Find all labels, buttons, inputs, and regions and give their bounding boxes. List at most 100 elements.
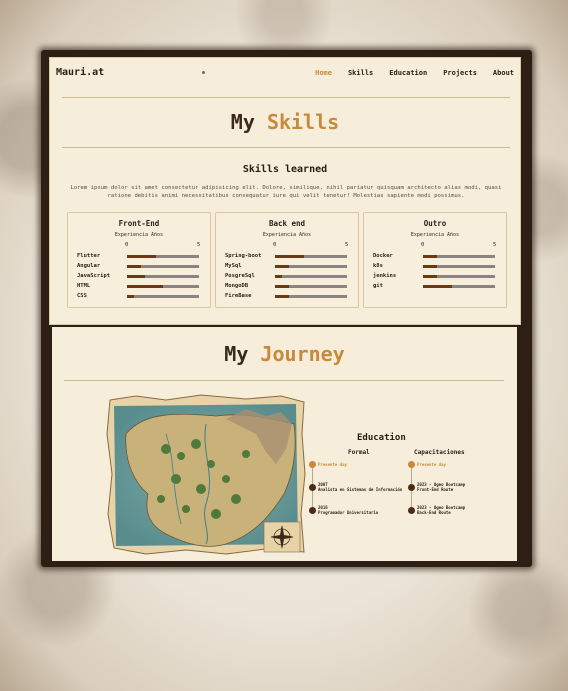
skill-name: CSS	[77, 293, 87, 299]
title-accent: Skills	[266, 110, 340, 134]
skill-level-fill	[275, 265, 290, 268]
skill-level-fill	[423, 285, 452, 288]
skill-card-frontend: Front-End Experiencia Años 0 5 Flutter An…	[67, 212, 211, 308]
skill-level-fill	[275, 295, 290, 298]
skill-name: k8s	[373, 263, 383, 269]
skill-row: HTML	[77, 282, 203, 292]
scale-max: 5	[345, 242, 349, 248]
skill-name: HTML	[77, 283, 91, 289]
skill-row: Angular	[77, 262, 203, 272]
capacitacion-item: Presente day	[417, 462, 446, 467]
skill-name: PosgreSql	[225, 273, 255, 279]
timeline-dot	[408, 484, 415, 491]
skill-level-bar	[275, 295, 347, 298]
skill-name: Docker	[373, 253, 393, 259]
skill-level-fill	[127, 255, 156, 258]
card-caption: Experiencia Años	[114, 232, 164, 238]
skill-level-bar	[275, 265, 347, 268]
scale-max: 5	[493, 242, 497, 248]
title-accent: Journey	[260, 342, 345, 366]
skill-name: MongoDB	[225, 283, 249, 289]
skill-level-bar	[423, 285, 495, 288]
scale-min: 0	[421, 242, 425, 248]
nav-link-education[interactable]: Education	[389, 69, 427, 77]
timeline-dot	[408, 507, 415, 514]
capacitacion-item: 2023 - Ogeo Bootcamp Back-End Route	[417, 505, 466, 515]
brand-logo[interactable]: Mauri.at	[56, 67, 104, 78]
skill-level-fill	[275, 255, 304, 258]
skill-level-bar	[423, 255, 495, 258]
skill-name: FireBase	[225, 293, 252, 299]
skill-name: Spring-boot	[225, 253, 262, 259]
skill-name: Flutter	[77, 253, 101, 259]
skill-row: PosgreSql	[225, 272, 351, 282]
skill-level-bar	[275, 285, 347, 288]
skills-intro: Lorem ipsum dolor sit amet consectetur a…	[70, 185, 502, 199]
section-title-skills: My Skills	[50, 110, 520, 134]
skill-row: jenkins	[373, 272, 499, 282]
fantasy-map-image	[106, 394, 306, 555]
skill-level-bar	[275, 255, 347, 258]
skill-card-outro: Outro Experiencia Años 0 5 Docker k8s jenk…	[363, 212, 507, 308]
nav-link-home[interactable]: Home	[315, 69, 332, 77]
timeline-dot	[408, 461, 415, 468]
skill-level-bar	[127, 275, 199, 278]
navbar: Mauri.at Home Skills Education Projects …	[50, 58, 520, 88]
skill-row: MySql	[225, 262, 351, 272]
skill-level-fill	[127, 275, 145, 278]
card-title: Outro	[423, 219, 447, 228]
journey-page: My Journey Education Formal Capacitacion…	[52, 327, 517, 561]
skill-level-bar	[127, 295, 199, 298]
skill-row: git	[373, 282, 499, 292]
skill-level-fill	[127, 295, 135, 298]
capacitacion-item: 2023 - Ogeo Bootcamp Front-End Route	[417, 482, 466, 492]
skill-level-bar	[423, 265, 495, 268]
skill-level-bar	[275, 275, 347, 278]
nav-link-about[interactable]: About	[493, 69, 514, 77]
skill-level-bar	[423, 275, 495, 278]
education-title: Education	[357, 433, 406, 443]
timeline-dot	[309, 507, 316, 514]
skill-level-bar	[127, 255, 199, 258]
formal-heading: Formal	[348, 449, 370, 456]
skill-level-fill	[127, 265, 142, 268]
divider	[62, 147, 510, 148]
scale-max: 5	[197, 242, 201, 248]
skill-level-fill	[275, 285, 290, 288]
card-caption: Experiencia Años	[262, 232, 312, 238]
skill-name: JavaScript	[77, 273, 111, 279]
divider	[64, 380, 504, 381]
timeline-dot	[309, 484, 316, 491]
skill-level-bar	[127, 265, 199, 268]
card-title: Back end	[268, 219, 306, 228]
skill-name: jenkins	[373, 273, 397, 279]
title-prefix: My	[230, 110, 255, 134]
skill-row: Spring-boot	[225, 252, 351, 262]
skill-level-bar	[127, 285, 199, 288]
card-title: Front-End	[118, 219, 160, 228]
card-caption: Experiencia Años	[410, 232, 460, 238]
scale-min: 0	[125, 242, 129, 248]
skills-subtitle: Skills learned	[242, 164, 328, 175]
capacitaciones-heading: Capacitaciones	[414, 449, 465, 456]
skill-level-fill	[275, 275, 283, 278]
scale-min: 0	[273, 242, 277, 248]
skill-name: MySql	[225, 263, 242, 269]
divider	[62, 97, 510, 98]
timeline-dot	[309, 461, 316, 468]
nav-link-projects[interactable]: Projects	[443, 69, 477, 77]
skill-row: CSS	[77, 292, 203, 302]
skill-row: MongoDB	[225, 282, 351, 292]
nav-links: Home Skills Education Projects About	[315, 69, 514, 77]
nav-dot-icon	[202, 71, 205, 74]
skill-row: Flutter	[77, 252, 203, 262]
skill-level-fill	[127, 285, 163, 288]
skill-level-fill	[423, 265, 438, 268]
skill-level-fill	[423, 275, 438, 278]
skill-name: Angular	[77, 263, 101, 269]
skill-row: Docker	[373, 252, 499, 262]
skill-row: k8s	[373, 262, 499, 272]
skill-row: FireBase	[225, 292, 351, 302]
nav-link-skills[interactable]: Skills	[348, 69, 373, 77]
formal-item: Presente day	[318, 462, 347, 467]
